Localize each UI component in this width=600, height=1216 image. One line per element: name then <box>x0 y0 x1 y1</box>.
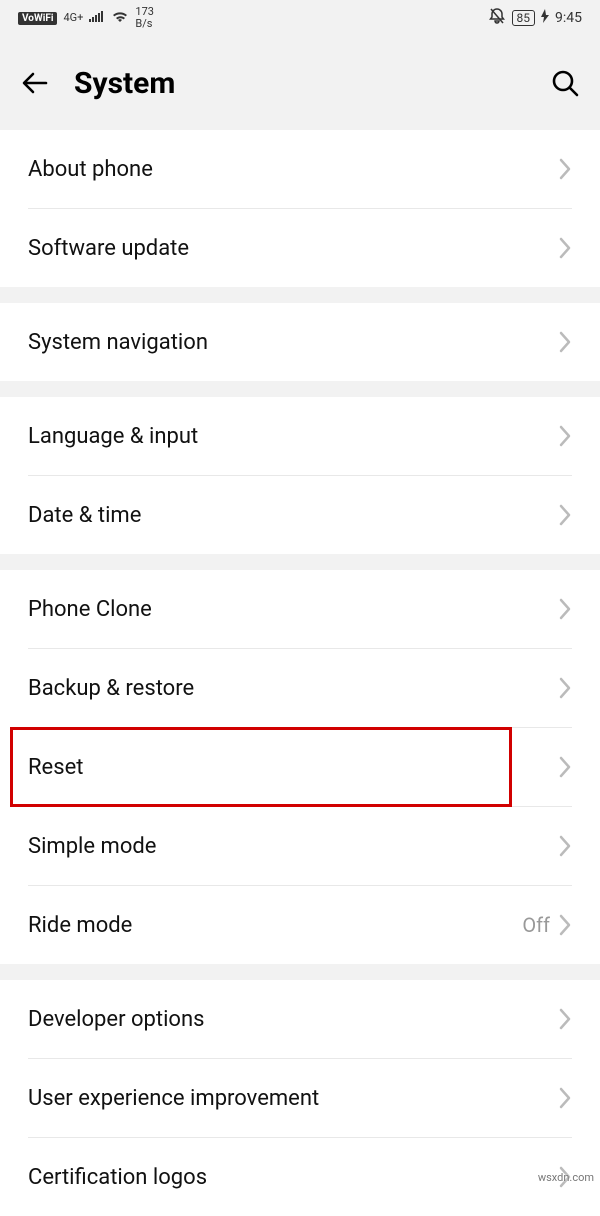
group-separator <box>0 381 600 397</box>
settings-group: Language & input Date & time <box>0 397 600 554</box>
chevron-right-icon <box>558 1007 572 1031</box>
item-label: User experience improvement <box>28 1086 558 1111</box>
chevron-right-icon <box>558 834 572 858</box>
data-rate: 173 B/s <box>135 6 154 30</box>
chevron-right-icon <box>558 157 572 181</box>
settings-item-simple-mode[interactable]: Simple mode <box>0 807 600 885</box>
settings-item-backup-restore[interactable]: Backup & restore <box>0 649 600 727</box>
dnd-icon <box>488 7 506 29</box>
signal-icon <box>89 10 105 26</box>
item-label: System navigation <box>28 330 558 355</box>
settings-list: About phone Software update System navig… <box>0 130 600 1216</box>
item-label: About phone <box>28 157 558 182</box>
item-value: Off <box>522 913 550 937</box>
chevron-right-icon <box>558 236 572 260</box>
chevron-right-icon <box>558 597 572 621</box>
network-type: 4G+ <box>63 12 83 24</box>
settings-item-date-time[interactable]: Date & time <box>0 476 600 554</box>
item-label: Reset <box>28 755 558 780</box>
settings-group: About phone Software update <box>0 130 600 287</box>
chevron-right-icon <box>558 913 572 937</box>
header: System <box>0 36 600 130</box>
item-label: Date & time <box>28 503 558 528</box>
settings-item-phone-clone[interactable]: Phone Clone <box>0 570 600 648</box>
status-right: 85 9:45 <box>488 7 583 29</box>
settings-group: Phone Clone Backup & restore Reset Simpl… <box>0 570 600 964</box>
search-icon <box>550 68 580 98</box>
settings-group: System navigation <box>0 303 600 381</box>
item-label: Backup & restore <box>28 676 558 701</box>
settings-item-software-update[interactable]: Software update <box>0 209 600 287</box>
charging-icon <box>541 9 549 27</box>
watermark: wsxdn.com <box>538 1171 594 1184</box>
item-label: Developer options <box>28 1007 558 1032</box>
settings-item-ride-mode[interactable]: Ride modeOff <box>0 886 600 964</box>
wifi-icon <box>111 9 129 27</box>
item-label: Certification logos <box>28 1165 558 1190</box>
item-label: Ride mode <box>28 913 522 938</box>
settings-item-reset[interactable]: Reset <box>0 728 600 806</box>
chevron-right-icon <box>558 330 572 354</box>
vowifi-badge: VoWiFi <box>18 12 57 25</box>
settings-item-about-phone[interactable]: About phone <box>0 130 600 208</box>
settings-item-certification-logos[interactable]: Certification logos <box>0 1138 600 1216</box>
battery-indicator: 85 <box>512 10 536 26</box>
item-label: Phone Clone <box>28 597 558 622</box>
item-label: Software update <box>28 236 558 261</box>
chevron-right-icon <box>558 1086 572 1110</box>
settings-item-system-navigation[interactable]: System navigation <box>0 303 600 381</box>
arrow-left-icon <box>20 68 50 98</box>
page-title: System <box>74 66 526 101</box>
chevron-right-icon <box>558 676 572 700</box>
settings-group: Developer options User experience improv… <box>0 980 600 1216</box>
back-button[interactable] <box>18 66 52 100</box>
search-button[interactable] <box>548 66 582 100</box>
settings-item-developer-options[interactable]: Developer options <box>0 980 600 1058</box>
group-separator <box>0 964 600 980</box>
item-label: Language & input <box>28 424 558 449</box>
settings-item-user-experience[interactable]: User experience improvement <box>0 1059 600 1137</box>
settings-item-language-input[interactable]: Language & input <box>0 397 600 475</box>
chevron-right-icon <box>558 755 572 779</box>
status-left: VoWiFi 4G+ 173 B/s <box>18 6 154 30</box>
status-bar: VoWiFi 4G+ 173 B/s 85 9:45 <box>0 0 600 36</box>
item-label: Simple mode <box>28 834 558 859</box>
chevron-right-icon <box>558 424 572 448</box>
group-separator <box>0 287 600 303</box>
clock: 9:45 <box>555 10 582 26</box>
group-separator <box>0 554 600 570</box>
chevron-right-icon <box>558 503 572 527</box>
